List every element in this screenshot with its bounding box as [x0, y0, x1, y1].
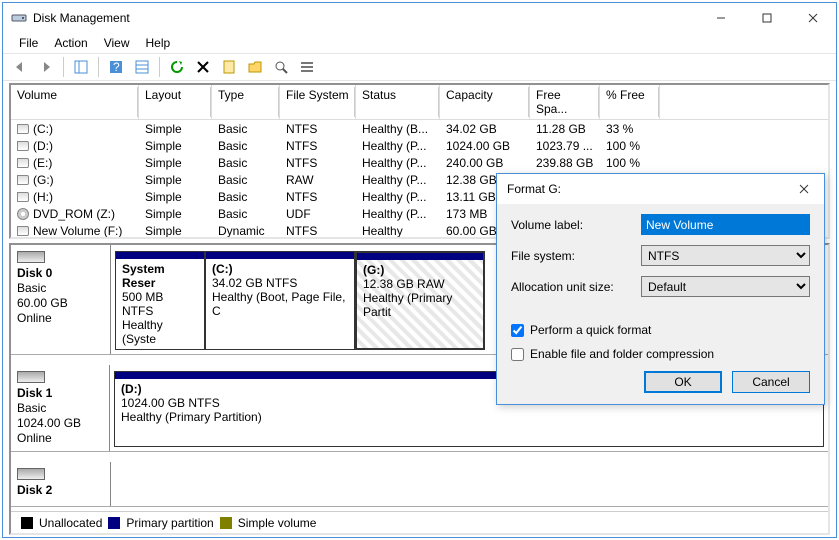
- allocation-unit-label: Allocation unit size:: [511, 280, 641, 294]
- legend-swatch-primary: [108, 517, 120, 529]
- volume-label-label: Volume label:: [511, 218, 641, 232]
- svg-text:?: ?: [113, 60, 120, 74]
- close-button[interactable]: [790, 3, 836, 33]
- open-icon[interactable]: [244, 56, 266, 78]
- window-title: Disk Management: [33, 11, 698, 25]
- col-type[interactable]: Type: [212, 85, 280, 119]
- dialog-titlebar: Format G:: [497, 174, 824, 204]
- menu-help[interactable]: Help: [138, 34, 179, 52]
- titlebar: Disk Management: [3, 3, 836, 33]
- table-row[interactable]: (C:)SimpleBasicNTFSHealthy (B...34.02 GB…: [11, 120, 828, 137]
- col-volume[interactable]: Volume: [11, 85, 139, 119]
- format-dialog: Format G: Volume label: File system: NTF…: [496, 173, 825, 405]
- quick-format-checkbox[interactable]: [511, 324, 524, 337]
- menu-view[interactable]: View: [96, 34, 138, 52]
- menu-file[interactable]: File: [11, 34, 46, 52]
- forward-icon[interactable]: [35, 56, 57, 78]
- volume-label-input[interactable]: [641, 214, 810, 235]
- legend-swatch-unallocated: [21, 517, 33, 529]
- table-row[interactable]: (E:)SimpleBasicNTFSHealthy (P...240.00 G…: [11, 154, 828, 171]
- ok-button[interactable]: OK: [644, 371, 722, 393]
- menubar: File Action View Help: [3, 33, 836, 53]
- help-icon[interactable]: ?: [105, 56, 127, 78]
- col-layout[interactable]: Layout: [139, 85, 212, 119]
- properties-icon[interactable]: [218, 56, 240, 78]
- dialog-title: Format G:: [507, 182, 784, 196]
- col-capacity[interactable]: Capacity: [440, 85, 530, 119]
- back-icon[interactable]: [9, 56, 31, 78]
- compression-checkbox[interactable]: [511, 348, 524, 361]
- delete-icon[interactable]: [192, 56, 214, 78]
- table-row[interactable]: (D:)SimpleBasicNTFSHealthy (P...1024.00 …: [11, 137, 828, 154]
- partition[interactable]: System Reser500 MB NTFSHealthy (Syste: [115, 251, 205, 350]
- partition[interactable]: (C:)34.02 GB NTFSHealthy (Boot, Page Fil…: [205, 251, 355, 350]
- col-fs[interactable]: File System: [280, 85, 356, 119]
- file-system-select[interactable]: NTFS: [641, 245, 810, 266]
- cancel-button[interactable]: Cancel: [732, 371, 810, 393]
- show-hide-tree-icon[interactable]: [70, 56, 92, 78]
- settings-icon[interactable]: [131, 56, 153, 78]
- col-free[interactable]: Free Spa...: [530, 85, 600, 119]
- col-pct[interactable]: % Free: [600, 85, 660, 119]
- maximize-button[interactable]: [744, 3, 790, 33]
- list-settings-icon[interactable]: [296, 56, 318, 78]
- allocation-unit-select[interactable]: Default: [641, 276, 810, 297]
- refresh-icon[interactable]: [166, 56, 188, 78]
- legend-swatch-simple: [220, 517, 232, 529]
- legend: Unallocated Primary partition Simple vol…: [11, 511, 828, 533]
- col-status[interactable]: Status: [356, 85, 440, 119]
- file-system-label: File system:: [511, 249, 641, 263]
- disk-row: Disk 2: [11, 462, 828, 507]
- minimize-button[interactable]: [698, 3, 744, 33]
- menu-action[interactable]: Action: [46, 34, 95, 52]
- rescan-icon[interactable]: [270, 56, 292, 78]
- partition[interactable]: (G:)12.38 GB RAWHealthy (Primary Partit: [355, 251, 485, 350]
- dialog-close-button[interactable]: [784, 174, 824, 204]
- app-icon: [11, 10, 27, 26]
- toolbar: ?: [3, 53, 836, 81]
